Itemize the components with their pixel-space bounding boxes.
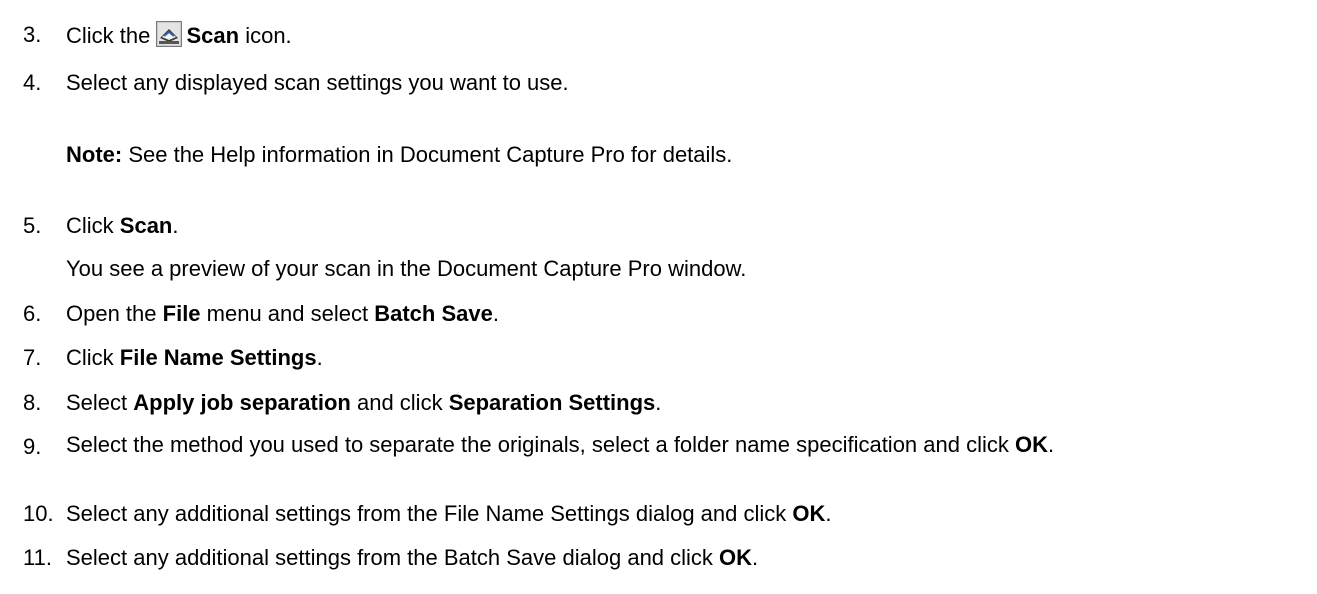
step-10: 10. Select any additional settings from … [23,500,1307,528]
step-number: 6. [23,301,42,326]
step-8: 8. Select Apply job separation and click… [23,389,1307,417]
step-number: 4. [23,70,42,95]
step-text: Click File Name Settings. [66,345,323,370]
step-number: 10. [23,501,54,526]
note-text: See the Help information in Document Cap… [122,142,733,167]
step-number: 5. [23,213,42,238]
step-7: 7. Click File Name Settings. [23,344,1307,372]
step-text: Select any displayed scan settings you w… [66,70,569,95]
step-text: Select any additional settings from the … [66,545,759,570]
step-number: 3. [23,22,42,47]
step-text: Click the Scan icon. [66,21,292,48]
step-5-result: You see a preview of your scan in the Do… [66,256,747,281]
step-6: 6. Open the File menu and select Batch S… [23,300,1307,328]
step-3: 3. Click the Scan icon. [23,21,1307,50]
step-text: Click Scan. [66,213,179,238]
step-9: 9. Select the method you used to separat… [23,432,1307,459]
step-text: Select any additional settings from the … [66,501,832,526]
note: Note: See the Help information in Docume… [66,141,1307,169]
step-5: 5. Click Scan. [23,212,1307,240]
scan-icon [156,21,183,47]
step-number: 9. [23,434,42,459]
note-label: Note: [66,142,123,167]
step-number: 7. [23,345,42,370]
step-11: 11. Select any additional settings from … [23,544,1307,572]
step-4: 4. Select any displayed scan settings yo… [23,69,1307,97]
step-number: 11. [23,545,52,570]
step-number: 8. [23,390,42,415]
step-text: Open the File menu and select Batch Save… [66,301,499,326]
step-text: Select Apply job separation and click Se… [66,390,662,415]
step-text: Select the method you used to separate t… [66,432,1055,457]
